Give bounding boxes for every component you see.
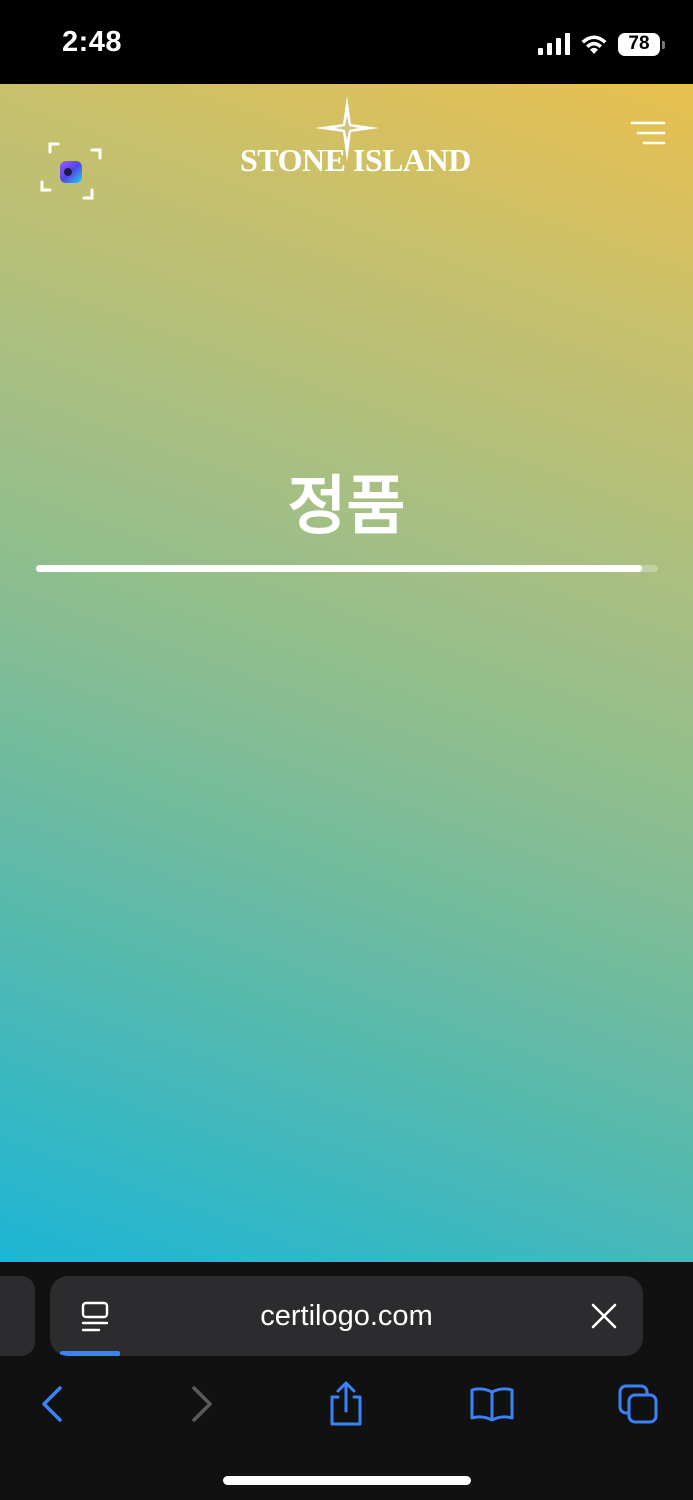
forward-button[interactable]	[178, 1380, 226, 1428]
share-button[interactable]	[322, 1380, 370, 1428]
url-text[interactable]: certilogo.com	[50, 1276, 643, 1356]
back-button[interactable]	[28, 1380, 76, 1428]
tabs-icon	[618, 1384, 658, 1424]
bookmarks-button[interactable]	[468, 1380, 516, 1428]
authenticity-result: 정품	[287, 470, 406, 544]
address-bar[interactable]: certilogo.com	[50, 1276, 643, 1356]
scan-frame-icon[interactable]	[40, 140, 102, 202]
web-content	[0, 84, 693, 1262]
brand-name: STONE ISLAND	[240, 142, 471, 178]
bookmarks-icon	[470, 1387, 514, 1422]
menu-icon[interactable]	[630, 120, 666, 146]
progress-fill	[36, 565, 643, 572]
battery-icon: 78	[618, 32, 665, 56]
home-indicator	[223, 1476, 471, 1485]
page-menu-icon[interactable]	[80, 1301, 110, 1333]
status-bar: 2:48 78	[0, 0, 693, 84]
load-indicator	[60, 1351, 120, 1356]
tabs-button[interactable]	[614, 1380, 662, 1428]
brand-logo[interactable]: STONE ISLAND	[240, 96, 471, 182]
status-time: 2:48	[62, 26, 123, 58]
share-icon	[330, 1381, 362, 1426]
browser-bottom-bar: certilogo.com	[0, 1262, 693, 1500]
close-icon[interactable]	[590, 1302, 618, 1330]
status-icons: 78	[538, 30, 665, 58]
back-icon	[42, 1386, 62, 1422]
battery-level: 78	[628, 33, 650, 54]
cellular-signal-icon	[538, 33, 570, 55]
progress-bar	[36, 565, 658, 572]
wifi-icon	[581, 35, 607, 54]
previous-tab-pill[interactable]	[0, 1276, 35, 1356]
forward-icon	[192, 1386, 212, 1422]
